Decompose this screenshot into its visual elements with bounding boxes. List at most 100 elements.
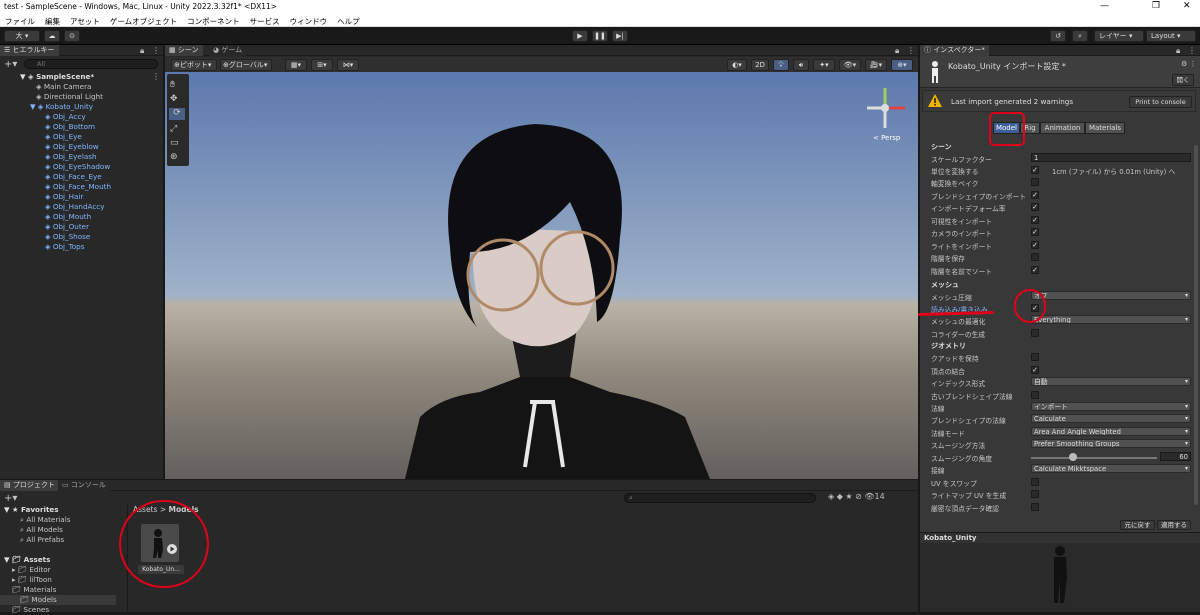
- project-add-icon[interactable]: +▾: [4, 493, 17, 504]
- hierarchy-item[interactable]: ◈ Obj_Hair: [45, 192, 83, 202]
- collab-icon[interactable]: ⊙: [64, 30, 80, 42]
- hierarchy-item[interactable]: ◈ Obj_Face_Eye: [45, 172, 102, 182]
- scene-option-checkbox[interactable]: ✓: [1031, 240, 1039, 249]
- menu-icon[interactable]: ⋮: [152, 46, 160, 55]
- scene-option-checkbox[interactable]: [1031, 178, 1039, 186]
- blendshape-normals-dropdown[interactable]: Calculate: [1031, 414, 1191, 423]
- history-icon[interactable]: ↺: [1050, 30, 1066, 42]
- hierarchy-item[interactable]: ◈ Obj_Outer: [45, 222, 89, 232]
- open-button[interactable]: 開く: [1172, 74, 1194, 86]
- preview-figure[interactable]: [1048, 545, 1072, 607]
- menu-help[interactable]: ヘルプ: [332, 14, 365, 27]
- tab-project[interactable]: ▤ プロジェクト: [0, 480, 59, 491]
- weld-vertices-checkbox[interactable]: ✓: [1031, 366, 1039, 374]
- favorite-item[interactable]: ⌕ All Prefabs: [20, 535, 64, 545]
- camera-icon[interactable]: 🎥︎▾: [865, 59, 887, 71]
- print-to-console-button[interactable]: Print to console: [1129, 96, 1192, 108]
- menu-window[interactable]: ウィンドウ: [285, 14, 333, 27]
- asset-folder-item[interactable]: 📁︎ Materials: [12, 585, 56, 595]
- gizmos-icon[interactable]: ⊕▾: [891, 59, 913, 71]
- transform-tool-icon[interactable]: ⊛: [170, 152, 178, 162]
- maximize-button[interactable]: ❐: [1152, 1, 1160, 11]
- favorite-item[interactable]: ⌕ All Models: [20, 525, 63, 535]
- layers-dropdown[interactable]: レイヤー ▾: [1094, 30, 1144, 42]
- cloud-icon[interactable]: ☁: [44, 30, 60, 42]
- hand-tool-icon[interactable]: ✋︎: [170, 80, 175, 90]
- mode-2d-button[interactable]: 2D: [751, 59, 769, 71]
- hierarchy-item[interactable]: ◈ Obj_Mouth: [45, 212, 91, 222]
- global-dropdown[interactable]: ⊕グローバル▾: [220, 59, 272, 71]
- apply-button[interactable]: 適用する: [1157, 520, 1191, 530]
- project-search-input[interactable]: ⌕: [624, 493, 816, 503]
- search-icon[interactable]: ⌕: [1072, 30, 1088, 42]
- lighting-icon[interactable]: 💡︎: [773, 59, 789, 71]
- tab-animation[interactable]: Animation: [1040, 122, 1085, 134]
- index-format-dropdown[interactable]: 自動: [1031, 377, 1191, 386]
- minimize-button[interactable]: —: [1100, 1, 1109, 11]
- menu-gameobject[interactable]: ゲームオブジェクト: [105, 14, 182, 27]
- pause-button[interactable]: ❚❚: [592, 30, 608, 42]
- asset-folder-item[interactable]: 📁︎ Models: [0, 595, 116, 605]
- strict-vertex-checkbox[interactable]: [1031, 503, 1039, 511]
- hierarchy-item[interactable]: ◈ Obj_EyeShadow: [45, 162, 110, 172]
- inspector-menu-icon[interactable]: ⋮: [1188, 46, 1196, 55]
- scene-option-checkbox[interactable]: [1031, 253, 1039, 261]
- generate-colliders-checkbox[interactable]: [1031, 329, 1039, 337]
- audio-icon[interactable]: 🔊︎: [793, 59, 809, 71]
- hierarchy-item[interactable]: ▼ ◈ Kobato_Unity: [30, 102, 93, 112]
- account-dropdown[interactable]: 大 ▾: [4, 30, 40, 42]
- favorites-node[interactable]: ▼ ★ Favorites: [4, 505, 59, 515]
- swap-uv-checkbox[interactable]: [1031, 478, 1039, 486]
- grid-snap-icon[interactable]: ▦▾: [285, 59, 307, 71]
- tab-materials[interactable]: Materials: [1085, 122, 1125, 134]
- scene-viewport[interactable]: ✋︎ ✥ ⟳ ⤢ ▭ ⊛ < Persp: [165, 72, 918, 479]
- asset-folder-item[interactable]: ▸ 📁︎ lilToon: [12, 575, 52, 585]
- favorite-item[interactable]: ⌕ All Materials: [20, 515, 70, 525]
- tab-game[interactable]: ◕ ゲーム: [209, 45, 247, 56]
- scene-menu-icon[interactable]: ⋮: [152, 72, 160, 81]
- step-button[interactable]: ▶|: [612, 30, 628, 42]
- keep-quads-checkbox[interactable]: [1031, 353, 1039, 361]
- menu-assets[interactable]: アセット: [65, 14, 105, 27]
- convert-units-checkbox[interactable]: ✓: [1031, 166, 1039, 174]
- increment-icon[interactable]: ⋈▾: [337, 59, 359, 71]
- assets-node[interactable]: ▼ 📁︎ Assets: [4, 555, 50, 565]
- legacy-blendshape-checkbox[interactable]: [1031, 391, 1039, 399]
- normals-dropdown[interactable]: インポート: [1031, 402, 1191, 411]
- optimize-mesh-dropdown[interactable]: Everything: [1031, 315, 1191, 324]
- menu-services[interactable]: サービス: [245, 14, 285, 27]
- tangents-dropdown[interactable]: Calculate Mikktspace: [1031, 464, 1191, 473]
- tab-console[interactable]: ▭ コンソール: [58, 480, 110, 491]
- asset-folder-item[interactable]: ▸ 📁︎ Editor: [12, 565, 51, 575]
- menu-edit[interactable]: 編集: [40, 14, 65, 27]
- draw-mode-icon[interactable]: ◐▾: [727, 59, 747, 71]
- orientation-gizmo-icon[interactable]: [859, 84, 911, 132]
- hierarchy-item[interactable]: ◈ Obj_Eyelash: [45, 152, 97, 162]
- hierarchy-item[interactable]: ◈ Directional Light: [36, 92, 103, 102]
- scene-lock-icon[interactable]: 🔒︎: [895, 46, 899, 56]
- scene-option-checkbox[interactable]: ✓: [1031, 203, 1039, 211]
- hierarchy-item[interactable]: ◈ Obj_Eyeblow: [45, 142, 99, 152]
- scene-option-checkbox[interactable]: ✓: [1031, 190, 1039, 199]
- mesh-compression-dropdown[interactable]: オフ: [1031, 291, 1191, 300]
- revert-button[interactable]: 元に戻す: [1120, 520, 1155, 530]
- scene-root[interactable]: ▼ ◈ SampleScene*: [20, 72, 94, 82]
- lightmap-uv-checkbox[interactable]: [1031, 490, 1039, 498]
- hierarchy-item[interactable]: ◈ Obj_Tops: [45, 242, 85, 252]
- scale-factor-input[interactable]: 1: [1031, 153, 1191, 162]
- rect-tool-icon[interactable]: ▭: [170, 138, 179, 148]
- project-filter-icons[interactable]: ◈ ◆ ★ ⊘ 👁︎14: [828, 492, 885, 501]
- pivot-dropdown[interactable]: ⊕ピボット▾: [171, 59, 217, 71]
- smoothness-source-dropdown[interactable]: Prefer Smoothing Groups: [1031, 439, 1191, 448]
- hierarchy-search-input[interactable]: All: [24, 59, 158, 69]
- play-button[interactable]: ▶: [572, 30, 588, 42]
- inspector-settings-icon[interactable]: ⚙ ⋮: [1181, 60, 1197, 68]
- tab-inspector[interactable]: ⓘ インスペクター*: [920, 45, 989, 56]
- hierarchy-item[interactable]: ◈ Obj_Face_Mouth: [45, 182, 111, 192]
- tab-scene[interactable]: ▦ シーン: [165, 45, 203, 56]
- hierarchy-item[interactable]: ◈ Obj_HandAccy: [45, 202, 105, 212]
- asset-folder-item[interactable]: 📁︎ Scenes: [12, 605, 49, 615]
- menu-component[interactable]: コンポーネント: [182, 14, 245, 27]
- inspector-lock-icon[interactable]: 🔒︎: [1176, 46, 1180, 56]
- tab-hierarchy[interactable]: ☰ ヒエラルキー: [0, 45, 59, 56]
